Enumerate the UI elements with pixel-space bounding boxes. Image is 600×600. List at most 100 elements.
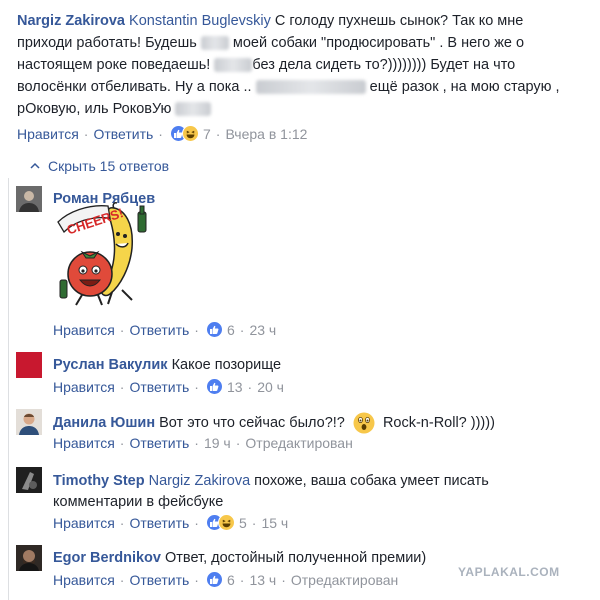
avatar[interactable] xyxy=(16,545,42,571)
separator-dot: · xyxy=(119,514,125,531)
edited-label[interactable]: Отредактирован xyxy=(291,572,398,588)
reply-button[interactable]: Ответить xyxy=(129,572,189,588)
separator-dot: · xyxy=(239,571,245,588)
avatar[interactable] xyxy=(16,467,42,493)
like-reaction-icon xyxy=(205,378,223,395)
comment-text-part: рОковую, иль РоковУю xyxy=(17,101,172,117)
like-button[interactable]: Нравится xyxy=(53,379,115,395)
comment-time[interactable]: 15 ч xyxy=(261,515,288,531)
separator-dot: · xyxy=(247,378,253,395)
mention-link[interactable]: Nargiz Zakirova xyxy=(149,473,251,489)
comment-text-part: ещё разок , на мою старую , xyxy=(369,79,560,95)
reply-button[interactable]: Ответить xyxy=(129,379,189,395)
comment-text-part: настоящем роке поведаешь! xyxy=(17,57,211,73)
separator-dot: · xyxy=(194,571,199,588)
reply-body: похоже, ваша собака умеет писать xyxy=(254,473,489,489)
avatar[interactable] xyxy=(16,409,42,435)
redacted-block xyxy=(214,58,253,73)
reply-author[interactable]: Timothy Step xyxy=(53,473,145,489)
reply-body-after: Rock-n-Roll? ))))) xyxy=(382,414,495,431)
chevron-up-icon xyxy=(30,162,40,169)
separator-dot: · xyxy=(281,571,286,588)
reply-actions: Нравится · Ответить · 6 · 23 ч xyxy=(53,321,276,338)
reply-text: Данила Юшин Вот это что сейчас было?!? R… xyxy=(53,412,593,434)
comment-time[interactable]: 20 ч xyxy=(257,379,284,395)
reactions-count: 6 xyxy=(226,571,235,588)
reactions-count: 7 xyxy=(202,125,211,142)
like-button[interactable]: Нравится xyxy=(53,322,115,338)
comment-text-part: волосёнки отбеливать. Ну а пока .. xyxy=(17,79,252,95)
reply-body-line2: комментарии в фейсбуке xyxy=(53,494,224,510)
comment-time[interactable]: 19 ч xyxy=(204,435,231,451)
comment-text-part: моей собаки "продюсировать" . В него же … xyxy=(232,35,525,51)
haha-reaction-icon xyxy=(217,514,235,531)
comment-time[interactable]: Вчера в 1:12 xyxy=(225,126,307,142)
reply-body: Вот это что сейчас было?!? xyxy=(159,414,345,431)
reply-text: Руслан Вакулик Какое позорище xyxy=(53,355,593,376)
redacted-block xyxy=(175,102,212,117)
watermark: YAPLAKAL.COM xyxy=(458,565,560,579)
separator-dot: · xyxy=(119,378,125,395)
like-button[interactable]: Нравится xyxy=(17,126,79,142)
reactions-summary[interactable]: 13 xyxy=(205,378,243,395)
reply-author[interactable]: Руслан Вакулик xyxy=(53,357,168,373)
top-comment-actions: Нравится · Ответить · 7 · Вчера в 1:12 xyxy=(17,125,307,142)
like-button[interactable]: Нравится xyxy=(53,572,115,588)
like-button[interactable]: Нравится xyxy=(53,515,115,531)
reply-actions: Нравится · Ответить · 6 · 13 ч · Отредак… xyxy=(53,571,398,588)
reactions-summary[interactable]: 5 xyxy=(205,514,247,531)
wow-emoji-icon xyxy=(353,412,375,434)
separator-dot: · xyxy=(215,125,221,142)
separator-dot: · xyxy=(158,125,163,142)
separator-dot: · xyxy=(194,435,199,451)
reply-button[interactable]: Ответить xyxy=(93,126,153,142)
reply-author[interactable]: Egor Berdnikov xyxy=(53,550,161,566)
reply-actions: Нравится · Ответить · 19 ч · Отредактиро… xyxy=(53,435,353,451)
reactions-summary[interactable]: 6 xyxy=(205,321,235,338)
comment-text-part: приходи работать! Будешь xyxy=(17,35,197,51)
comment-time[interactable]: 23 ч xyxy=(249,322,276,338)
reply-author[interactable]: Данила Юшин xyxy=(53,415,155,431)
reply-button[interactable]: Ответить xyxy=(129,322,189,338)
separator-dot: · xyxy=(194,514,199,531)
reply-actions: Нравится · Ответить · 5 · 15 ч xyxy=(53,514,288,531)
reply-button[interactable]: Ответить xyxy=(129,515,189,531)
comment-text-part: без дела сидеть то?)))))))) Будет на что xyxy=(252,57,516,73)
avatar[interactable] xyxy=(16,186,42,212)
mention-link[interactable]: Konstantin Buglevskiy xyxy=(129,13,271,29)
comment-thread: Nargiz Zakirova Konstantin Buglevskiy С … xyxy=(0,0,600,600)
separator-dot: · xyxy=(194,378,199,395)
reactions-summary[interactable]: 6 xyxy=(205,571,235,588)
avatar[interactable] xyxy=(16,352,42,378)
like-button[interactable]: Нравится xyxy=(53,435,115,451)
comment-text-part: С голоду пухнешь сынок? Так ко мне xyxy=(274,13,524,29)
reply-button[interactable]: Ответить xyxy=(129,435,189,451)
haha-reaction-icon xyxy=(181,125,199,142)
separator-dot: · xyxy=(119,435,125,451)
separator-dot: · xyxy=(239,321,245,338)
like-reaction-icon xyxy=(205,571,223,588)
separator-dot: · xyxy=(119,321,125,338)
reactions-count: 6 xyxy=(226,321,235,338)
thread-line xyxy=(8,178,9,600)
reply-body: Какое позорище xyxy=(171,357,282,373)
edited-label[interactable]: Отредактирован xyxy=(245,435,352,451)
reply-text: Timothy Step Nargiz Zakirova похоже, ваш… xyxy=(53,471,593,513)
separator-dot: · xyxy=(119,571,125,588)
reactions-summary[interactable]: 7 xyxy=(169,125,211,142)
cheers-sticker: CHEERS! xyxy=(57,202,147,306)
comment-time[interactable]: 13 ч xyxy=(249,572,276,588)
reply-actions: Нравится · Ответить · 13 · 20 ч xyxy=(53,378,284,395)
reactions-count: 13 xyxy=(226,378,243,395)
separator-dot: · xyxy=(83,125,89,142)
like-reaction-icon xyxy=(205,321,223,338)
comment-author[interactable]: Nargiz Zakirova xyxy=(17,13,125,29)
separator-dot: · xyxy=(235,435,241,451)
top-comment-text: Nargiz Zakirova Konstantin Buglevskiy С … xyxy=(17,10,597,120)
redacted-block xyxy=(200,36,229,51)
hide-replies-label: Скрыть 15 ответов xyxy=(48,158,170,174)
hide-replies-link[interactable]: Скрыть 15 ответов xyxy=(30,158,169,174)
redacted-block xyxy=(255,80,366,95)
reply-item: Данила Юшин Вот это что сейчас было?!? R… xyxy=(16,409,600,459)
separator-dot: · xyxy=(251,514,257,531)
